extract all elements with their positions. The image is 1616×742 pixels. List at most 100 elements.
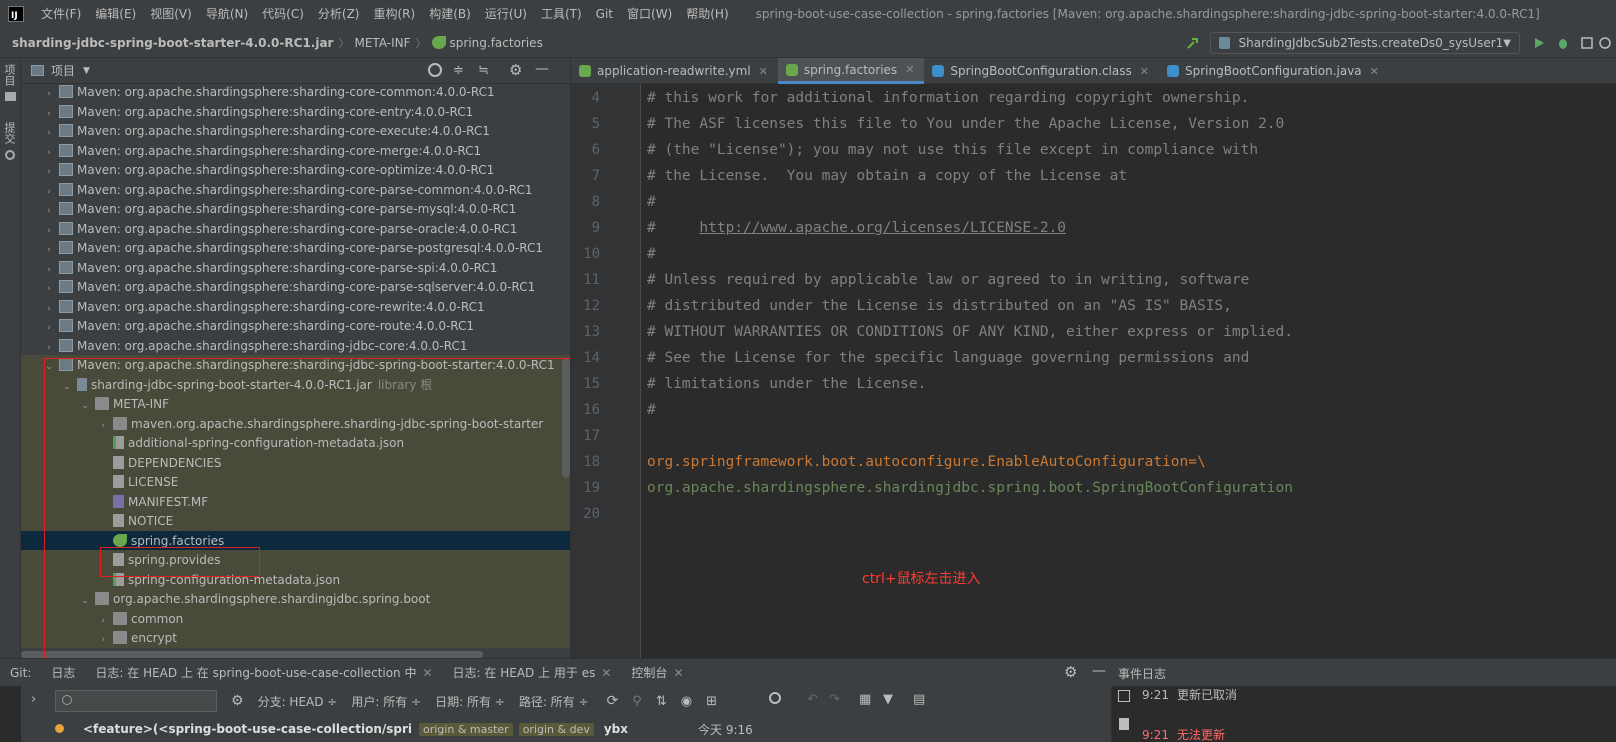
code-line[interactable]: org.apache.shardingsphere.shardingjdbc.s…: [647, 480, 1293, 496]
event-message[interactable]: 无法更新: [1177, 728, 1225, 742]
sort-icon[interactable]: ⇅: [656, 694, 667, 709]
close-icon[interactable]: ✕: [601, 666, 611, 680]
commit-tool-button[interactable]: 提交: [3, 122, 17, 144]
filter-icon[interactable]: ▼: [883, 692, 893, 707]
build-hammer-icon[interactable]: [1186, 36, 1200, 50]
close-icon[interactable]: ✕: [673, 666, 683, 680]
tree-node[interactable]: › Maven: org.apache.shardingsphere:shardi…: [21, 297, 570, 317]
bottom-tab[interactable]: 日志: [41, 664, 85, 681]
menu-item[interactable]: 导航(N): [199, 0, 255, 28]
property-key[interactable]: org.springframework.boot.autoconfigure.E…: [647, 454, 1206, 470]
profile-icon[interactable]: [1598, 36, 1612, 50]
editor-tab[interactable]: application-readwrite.yml ✕: [571, 58, 778, 84]
menu-item[interactable]: 帮助(H): [679, 0, 735, 28]
expand-all-icon[interactable]: ≑: [453, 63, 464, 78]
git-commit-row[interactable]: <feature>(<spring-boot-use-case-collecti…: [21, 716, 1111, 742]
code-line[interactable]: # WITHOUT WARRANTIES OR CONDITIONS OF AN…: [647, 324, 1293, 340]
close-icon[interactable]: ✕: [905, 63, 914, 76]
property-value[interactable]: org.apache.shardingsphere.shardingjdbc.s…: [647, 480, 1293, 496]
breadcrumb-meta-inf[interactable]: META-INF: [354, 36, 410, 50]
find-icon[interactable]: [769, 692, 781, 704]
tree-node[interactable]: › Maven: org.apache.shardingsphere:shardi…: [21, 238, 570, 258]
bottom-tab[interactable]: Git:: [0, 666, 41, 680]
menu-item[interactable]: 重构(R): [367, 0, 423, 28]
close-icon[interactable]: ✕: [1370, 65, 1379, 78]
code-line[interactable]: #: [647, 402, 656, 418]
menu-item[interactable]: Git: [589, 0, 620, 28]
close-icon[interactable]: ✕: [1140, 65, 1149, 78]
menu-item[interactable]: 代码(C): [255, 0, 311, 28]
bottom-tab[interactable]: 控制台 ✕: [621, 664, 693, 681]
coverage-icon[interactable]: [1580, 36, 1594, 50]
expand-icon[interactable]: ›: [31, 692, 36, 707]
tree-node[interactable]: › Maven: org.apache.shardingsphere:shardi…: [21, 199, 570, 219]
chevron-down-icon[interactable]: ▼: [83, 66, 90, 76]
menu-item[interactable]: 工具(T): [534, 0, 589, 28]
code-line[interactable]: #: [647, 194, 656, 210]
close-icon[interactable]: ✕: [422, 666, 432, 680]
tree-node[interactable]: › Maven: org.apache.shardingsphere:shardi…: [21, 219, 570, 239]
editor-tab[interactable]: SpringBootConfiguration.java ✕: [1159, 58, 1389, 84]
project-panel-title[interactable]: 项目: [51, 62, 75, 79]
tree-node[interactable]: › Maven: org.apache.shardingsphere:shardi…: [21, 84, 570, 102]
layout-icon[interactable]: ▦: [859, 692, 871, 707]
git-log-filter[interactable]: 用户: 所有 ÷: [351, 693, 421, 710]
git-log-filter[interactable]: 路径: 所有 ÷: [519, 693, 589, 710]
breadcrumb-file[interactable]: spring.factories: [450, 36, 543, 50]
license-link[interactable]: http://www.apache.org/licenses/LICENSE-2…: [699, 220, 1066, 236]
graph-icon[interactable]: ⊞: [706, 694, 717, 709]
event-log-title[interactable]: 事件日志: [1118, 665, 1166, 682]
project-tool-button[interactable]: 项目: [3, 64, 17, 86]
refresh-icon[interactable]: ⟳: [607, 693, 619, 709]
tree-node[interactable]: › Maven: org.apache.shardingsphere:shardi…: [21, 121, 570, 141]
run-icon[interactable]: [1532, 36, 1546, 50]
git-log-filter[interactable]: 分支: HEAD ÷: [258, 693, 338, 710]
debug-icon[interactable]: [1556, 36, 1570, 50]
menu-item[interactable]: 构建(B): [422, 0, 478, 28]
code-line[interactable]: # this work for additional information r…: [647, 90, 1249, 106]
code-line[interactable]: # limitations under the License.: [647, 376, 926, 392]
bottom-tab[interactable]: 日志: 在 HEAD 上 在 spring-boot-use-case-coll…: [85, 664, 442, 681]
code-line[interactable]: # http://www.apache.org/licenses/LICENSE…: [647, 220, 1066, 236]
menu-item[interactable]: 分析(Z): [311, 0, 367, 28]
gear-icon[interactable]: ⚙: [1064, 663, 1077, 681]
git-log-search-input[interactable]: [55, 690, 217, 712]
redo-icon[interactable]: ↷: [829, 692, 840, 707]
code-line[interactable]: # See the License for the specific langu…: [647, 350, 1249, 366]
code-line[interactable]: # distributed under the License is distr…: [647, 298, 1232, 314]
tree-node[interactable]: › Maven: org.apache.shardingsphere:shardi…: [21, 160, 570, 180]
mark-read-icon[interactable]: [1118, 690, 1130, 702]
diff-preview-icon[interactable]: ▤: [913, 692, 925, 707]
cherry-pick-icon[interactable]: ⚲: [632, 694, 642, 709]
locate-icon[interactable]: [428, 63, 442, 77]
menu-item[interactable]: 文件(F): [34, 0, 88, 28]
git-log-filter[interactable]: 日期: 所有 ÷: [435, 693, 505, 710]
hide-panel-icon[interactable]: —: [1092, 663, 1106, 679]
collapse-all-icon[interactable]: ≒: [478, 63, 489, 78]
code-line[interactable]: # The ASF licenses this file to You unde…: [647, 116, 1284, 132]
code-line[interactable]: org.springframework.boot.autoconfigure.E…: [647, 454, 1206, 470]
code-line[interactable]: # (the "License"); you may not use this …: [647, 142, 1258, 158]
undo-icon[interactable]: ↶: [807, 692, 818, 707]
settings-icon[interactable]: ⚙: [231, 693, 244, 709]
breadcrumb-jar[interactable]: sharding-jdbc-spring-boot-starter-4.0.0-…: [12, 36, 333, 50]
tree-node[interactable]: › Maven: org.apache.shardingsphere:shardi…: [21, 277, 570, 297]
bottom-tab[interactable]: 日志: 在 HEAD 上 用于 es ✕: [443, 664, 622, 681]
eye-icon[interactable]: ◉: [681, 694, 692, 709]
editor-tab[interactable]: spring.factories ✕: [777, 58, 925, 84]
code-line[interactable]: #: [647, 246, 656, 262]
code-line[interactable]: # Unless required by applicable law or a…: [647, 272, 1249, 288]
gear-icon[interactable]: ⚙: [509, 61, 522, 79]
code-editor[interactable]: # this work for additional information r…: [641, 84, 1616, 658]
menu-item[interactable]: 运行(U): [478, 0, 534, 28]
menu-item[interactable]: 窗口(W): [620, 0, 679, 28]
tree-node[interactable]: › Maven: org.apache.shardingsphere:shardi…: [21, 102, 570, 122]
hide-panel-icon[interactable]: —: [535, 61, 549, 77]
tree-node[interactable]: › Maven: org.apache.shardingsphere:shardi…: [21, 258, 570, 278]
close-icon[interactable]: ✕: [759, 65, 768, 78]
tree-node[interactable]: › Maven: org.apache.shardingsphere:shardi…: [21, 141, 570, 161]
menu-item[interactable]: 编辑(E): [88, 0, 143, 28]
menu-item[interactable]: 视图(V): [143, 0, 199, 28]
tree-node[interactable]: › Maven: org.apache.shardingsphere:shardi…: [21, 336, 570, 356]
tree-node[interactable]: › Maven: org.apache.shardingsphere:shardi…: [21, 180, 570, 200]
